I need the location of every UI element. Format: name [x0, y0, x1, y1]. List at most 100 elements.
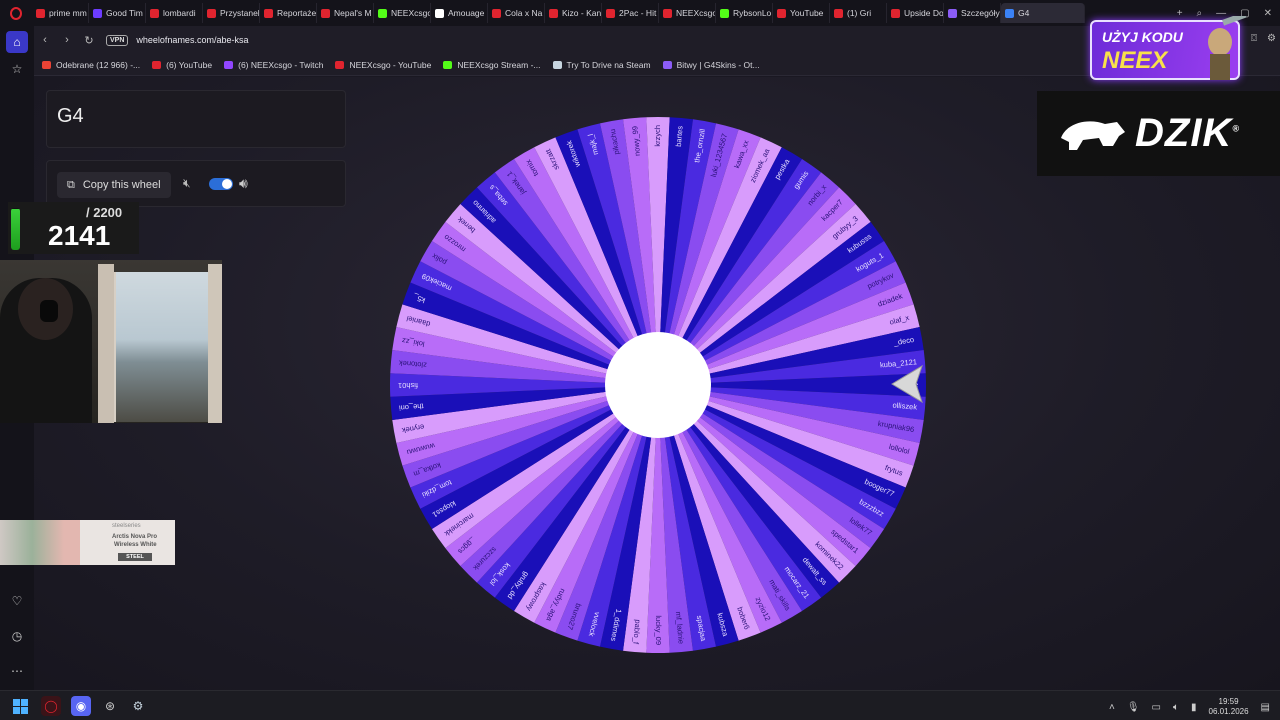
mute-icon[interactable]: 🔇︎ — [183, 176, 191, 191]
wheel-entry-label: bartes — [674, 125, 685, 147]
browser-tab[interactable]: 2Pac - Hit — [602, 3, 659, 23]
tab-bar: prime mm Good Tim lombardi Przystanek Report… — [0, 0, 1280, 26]
browser-tab[interactable]: Amouage — [431, 3, 488, 23]
camera-icon[interactable]: ⌼ — [1251, 33, 1257, 44]
extension-icon[interactable]: ⚙ — [1267, 33, 1276, 44]
forward-icon[interactable]: › — [56, 34, 78, 46]
tab-label: Good Tim — [106, 8, 143, 18]
history-icon[interactable]: ◷ — [6, 625, 28, 647]
steel-code: STEEL — [118, 553, 152, 561]
dzik-logo: DZIK® — [1135, 111, 1240, 155]
wheel-of-names[interactable]: fumeeolliszekkrupniak96lollololfrytusboo… — [388, 115, 928, 655]
opera-menu-button[interactable] — [0, 0, 32, 26]
wheel-entry-label: krzych — [653, 125, 662, 147]
discord-taskbar-icon[interactable]: ◉ — [71, 696, 91, 716]
tab-favicon-icon — [663, 8, 672, 18]
tab-favicon-icon — [606, 8, 615, 18]
battery-icon[interactable]: ▮ — [1191, 702, 1197, 713]
browser-tab[interactable]: (1) Gri — [830, 3, 887, 23]
star-icon[interactable]: ☆ — [6, 58, 28, 80]
windows-start-icon[interactable] — [13, 699, 28, 714]
bookmark-favicon-icon — [224, 60, 234, 69]
browser-tab[interactable]: Kizo - Kan — [545, 3, 602, 23]
bookmark-favicon-icon — [662, 60, 672, 69]
browser-tab[interactable]: Good Tim — [89, 3, 146, 23]
tab-label: (1) Gri — [847, 8, 872, 18]
copy-wheel-label: Copy this wheel — [82, 179, 161, 191]
wheel-entry-label: lucky_09 — [654, 615, 663, 645]
tab-favicon-icon — [834, 8, 843, 18]
wheel-center[interactable] — [605, 332, 711, 438]
browser-tab[interactable]: G4 — [1001, 3, 1085, 23]
tab-favicon-icon — [492, 8, 501, 18]
bookmark-label: NEEXcsgo - YouTube — [349, 59, 432, 70]
tab-label: YouTube — [790, 8, 824, 18]
chevron-up-icon[interactable]: ˄ — [1109, 702, 1115, 713]
bookmark-label: Odebrane (12 966) -... — [56, 59, 141, 70]
bookmark-label: Try To Drive na Steam — [566, 59, 651, 70]
bookmark-item[interactable]: Try To Drive na Steam — [552, 59, 651, 70]
tab-label: G4 — [1018, 8, 1030, 18]
tab-label: Przystanek — [220, 8, 260, 18]
browser-tab[interactable]: Przystanek — [203, 3, 260, 23]
new-tab-button[interactable]: + — [1177, 8, 1183, 19]
tab-favicon-icon — [93, 8, 102, 18]
bookmark-item[interactable]: Bitwy | G4Skins - Ot... — [662, 59, 760, 70]
browser-tab[interactable]: lombardi — [146, 3, 203, 23]
tab-favicon-icon — [777, 8, 786, 18]
browser-tab[interactable]: RybsonLo — [716, 3, 773, 23]
tab-label: Kizo - Kan — [562, 8, 602, 18]
counter-goal: / 2200 — [86, 205, 123, 220]
promo-code: NEEX — [1102, 47, 1168, 74]
tab-favicon-icon — [378, 8, 387, 18]
microphone-icon[interactable]: 🎙︎ — [1127, 702, 1140, 713]
back-icon[interactable]: ‹ — [34, 34, 56, 46]
bookmark-item[interactable]: Odebrane (12 966) -... — [42, 60, 140, 70]
browser-tab[interactable]: Nepal's M — [317, 3, 374, 23]
volume-icon[interactable]: 🔊︎ — [239, 175, 248, 192]
notifications-icon[interactable]: ▤ — [1261, 702, 1270, 713]
wheel-controls-card: ⧉ Copy this wheel 🔇︎ 🔊︎ — [46, 160, 346, 207]
clock[interactable]: 19:59 06.01.2026 — [1209, 697, 1249, 717]
obs-taskbar-icon[interactable]: ⊛ — [100, 696, 120, 716]
bookmark-item[interactable]: NEEXcsgo Stream -... — [443, 60, 541, 70]
browser-tab[interactable]: NEEXcsgo — [374, 3, 431, 23]
speaker-icon[interactable]: 🔈︎ — [1173, 702, 1179, 713]
heart-icon[interactable]: ♡ — [6, 590, 28, 612]
steam-taskbar-icon[interactable]: ⚙ — [128, 696, 148, 716]
home-icon[interactable]: ⌂ — [6, 31, 28, 53]
bookmark-item[interactable]: (6) NEEXcsgo - Twitch — [224, 60, 323, 70]
tab-favicon-icon — [549, 8, 558, 18]
tab-label: NEEXcsgo — [676, 8, 716, 18]
browser-tab[interactable]: Cola x Na — [488, 3, 545, 23]
tab-favicon-icon — [321, 8, 330, 18]
tab-label: Szczegóły — [961, 8, 1000, 18]
vpn-badge[interactable]: VPN — [106, 34, 129, 46]
reload-icon[interactable]: ↻ — [78, 34, 100, 47]
browser-tab[interactable]: prime mm — [32, 3, 89, 23]
bookmark-label: (6) NEEXcsgo - Twitch — [238, 59, 324, 70]
tab-favicon-icon — [948, 8, 957, 18]
headset-icon — [40, 300, 58, 322]
browser-tab[interactable]: NEEXcsgo — [659, 3, 716, 23]
copy-wheel-button[interactable]: ⧉ Copy this wheel — [57, 172, 171, 198]
taskbar: ◯ ◉ ⊛ ⚙ ˄ 🎙︎ ▭ 🔈︎ ▮ 19:59 06.01.2026 ▤ — [0, 690, 1280, 720]
system-tray: ˄ 🎙︎ ▭ 🔈︎ ▮ 19:59 06.01.2026 ▤ — [1109, 697, 1270, 717]
opera-taskbar-icon[interactable]: ◯ — [41, 696, 61, 716]
steel-variant: Wireless White — [114, 542, 157, 548]
browser-tab[interactable]: YouTube — [773, 3, 830, 23]
url-field[interactable]: wheelofnames.com/abe-ksa — [136, 35, 248, 45]
close-window-button[interactable]: ✕ — [1264, 8, 1272, 19]
more-icon[interactable]: ⋯ — [6, 660, 28, 682]
browser-tab[interactable]: Reportaże — [260, 3, 317, 23]
bookmark-label: Bitwy | G4Skins - Ot... — [676, 59, 760, 70]
browser-tab[interactable]: Szczegóły — [944, 3, 1001, 23]
bookmark-item[interactable]: (6) YouTube — [152, 60, 212, 70]
wheel-title[interactable]: G4 — [57, 105, 84, 128]
bookmark-item[interactable]: NEEXcsgo - YouTube — [335, 60, 431, 70]
sound-toggle[interactable] — [209, 178, 233, 190]
tab-favicon-icon — [720, 8, 729, 18]
tab-favicon-icon — [150, 8, 159, 18]
network-icon[interactable]: ▭ — [1152, 702, 1161, 713]
browser-tab[interactable]: Upside Do — [887, 3, 944, 23]
